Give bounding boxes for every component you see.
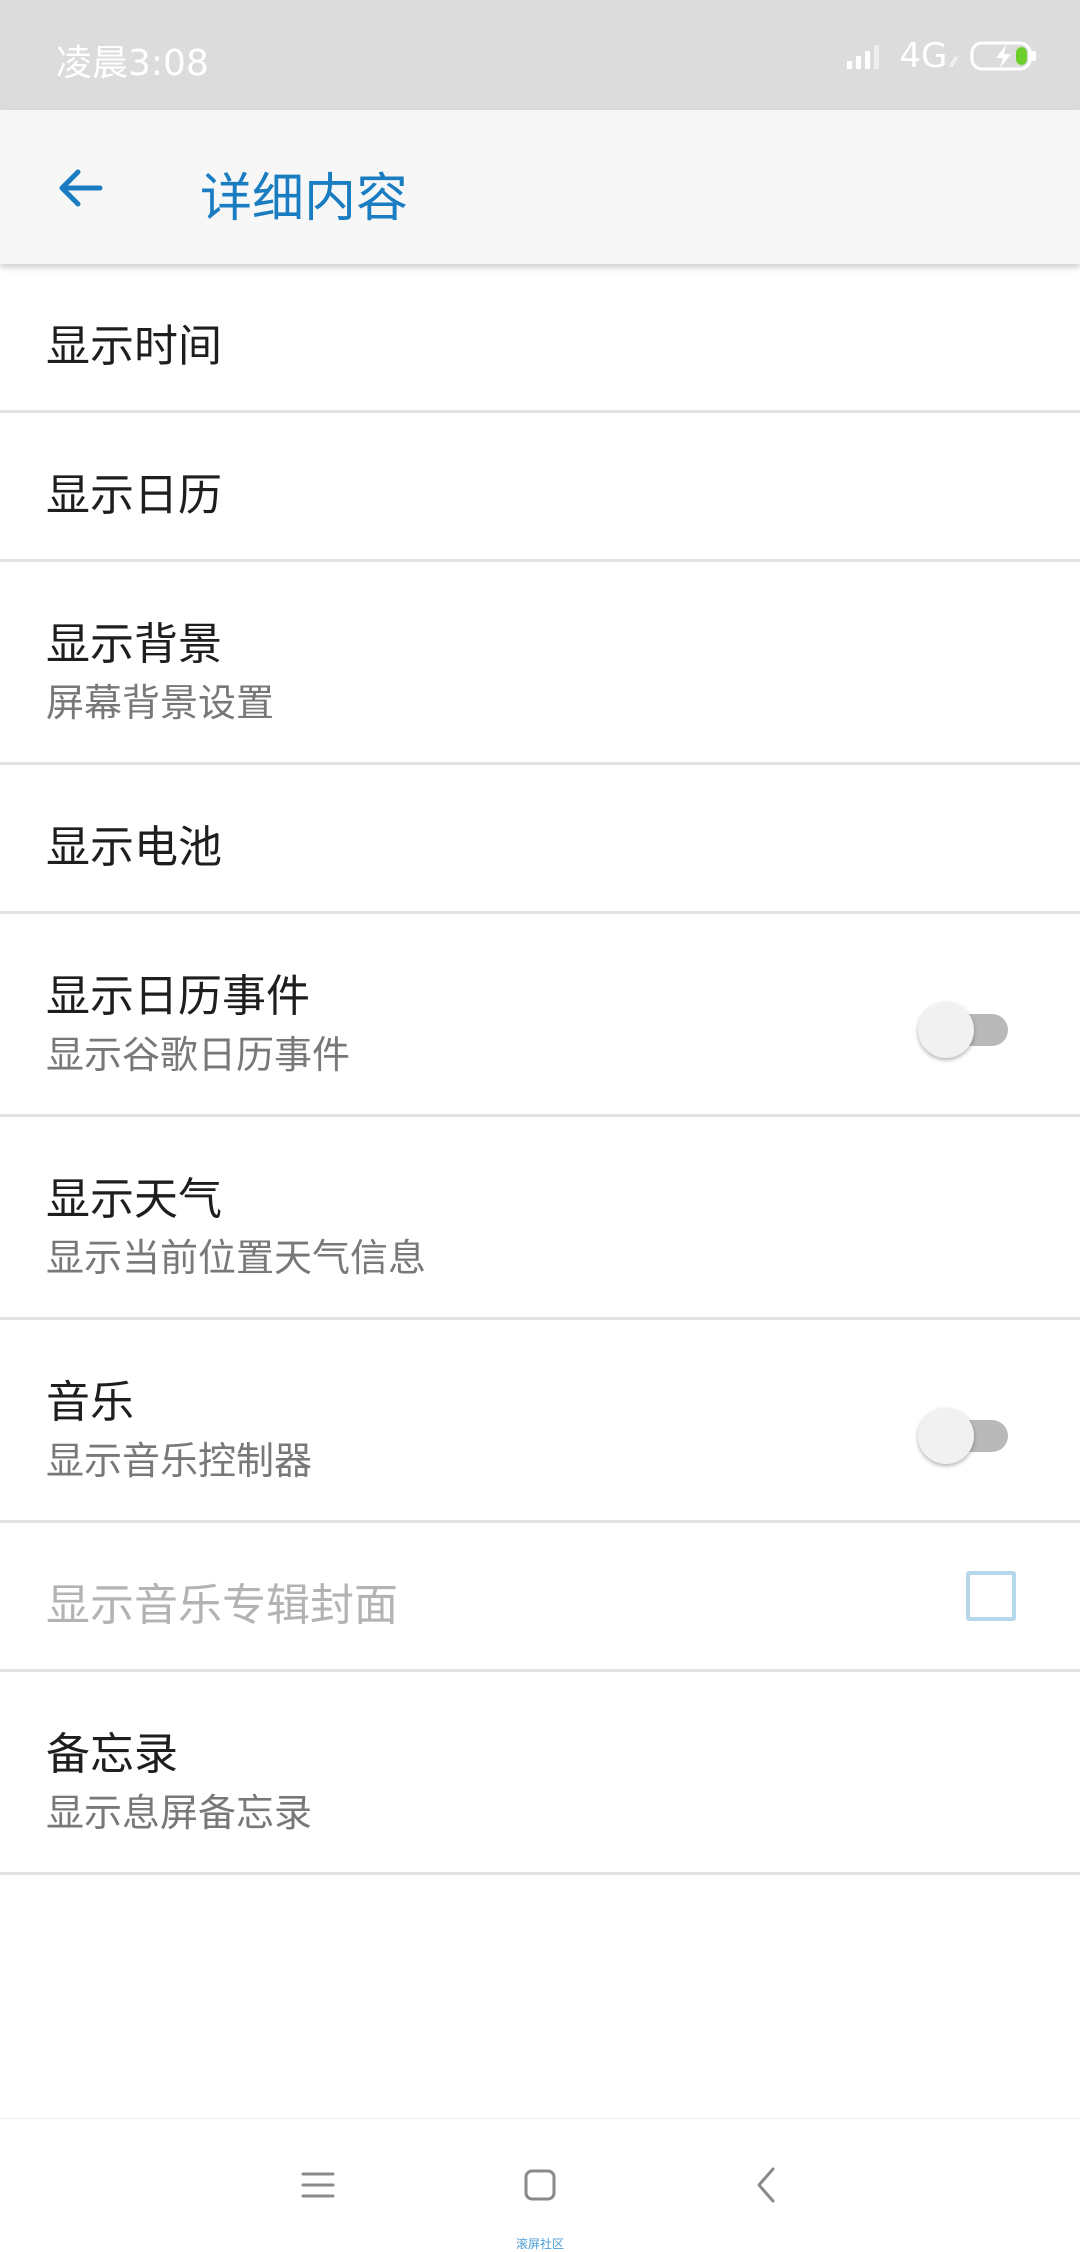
setting-title: 显示时间: [46, 321, 222, 372]
navigation-bar: 滚屏社区: [0, 2118, 1080, 2251]
setting-subtitle: 屏幕背景设置: [46, 681, 275, 725]
setting-show-battery[interactable]: 显示电池: [0, 765, 1080, 914]
status-time: 凌晨3:08: [56, 43, 209, 84]
status-icons: 4G ⁄⁄: [845, 36, 1040, 76]
calendar-events-toggle[interactable]: [918, 1000, 1008, 1060]
album-art-checkbox[interactable]: [966, 1571, 1016, 1621]
battery-charging-icon: [970, 41, 1036, 71]
network-activity: ⁄⁄: [951, 55, 956, 71]
setting-title: 显示音乐专辑封面: [46, 1580, 398, 1631]
setting-subtitle: 显示息屏备忘录: [46, 1791, 313, 1835]
signal-icon: [847, 45, 880, 69]
system-back-button[interactable]: [736, 2155, 796, 2215]
setting-memo[interactable]: 备忘录 显示息屏备忘录: [0, 1672, 1080, 1875]
menu-icon: [301, 2172, 335, 2198]
setting-title: 音乐: [46, 1377, 134, 1428]
setting-subtitle: 显示当前位置天气信息: [46, 1236, 427, 1280]
setting-title: 显示日历: [46, 470, 222, 521]
back-chevron-icon: [757, 2167, 775, 2203]
home-button[interactable]: [510, 2155, 570, 2215]
setting-show-background[interactable]: 显示背景 屏幕背景设置: [0, 562, 1080, 765]
app-bar: 详细内容: [0, 110, 1080, 264]
setting-title: 显示天气: [46, 1174, 222, 1225]
setting-show-calendar-events[interactable]: 显示日历事件 显示谷歌日历事件: [0, 914, 1080, 1117]
setting-title: 显示电池: [46, 822, 222, 873]
setting-show-weather[interactable]: 显示天气 显示当前位置天气信息: [0, 1117, 1080, 1320]
status-bar: 凌晨3:08 4G ⁄⁄: [0, 0, 1080, 110]
back-button[interactable]: [40, 148, 120, 228]
watermark-text: 滚屏社区: [515, 2237, 564, 2251]
setting-title: 备忘录: [46, 1729, 178, 1780]
setting-subtitle: 显示谷歌日历事件: [46, 1033, 351, 1077]
page-title: 详细内容: [200, 169, 409, 229]
arrow-back-icon: [59, 169, 103, 207]
setting-subtitle: 显示音乐控制器: [46, 1439, 313, 1483]
recent-apps-button[interactable]: [288, 2155, 348, 2215]
settings-list: 显示时间 显示日历 显示背景 屏幕背景设置 显示电池 显示日历事件 显示谷歌日历…: [0, 264, 1080, 1875]
setting-title: 显示日历事件: [46, 971, 310, 1022]
music-controller-toggle[interactable]: [918, 1406, 1008, 1466]
setting-music[interactable]: 音乐 显示音乐控制器: [0, 1320, 1080, 1523]
setting-show-calendar[interactable]: 显示日历: [0, 413, 1080, 562]
setting-show-time[interactable]: 显示时间: [0, 264, 1080, 413]
setting-title: 显示背景: [46, 619, 222, 670]
network-type: 4G: [899, 36, 948, 76]
setting-show-album-art[interactable]: 显示音乐专辑封面: [0, 1523, 1080, 1672]
home-icon: [524, 2169, 556, 2201]
toggle-thumb: [918, 1002, 974, 1058]
toggle-thumb: [918, 1408, 974, 1464]
